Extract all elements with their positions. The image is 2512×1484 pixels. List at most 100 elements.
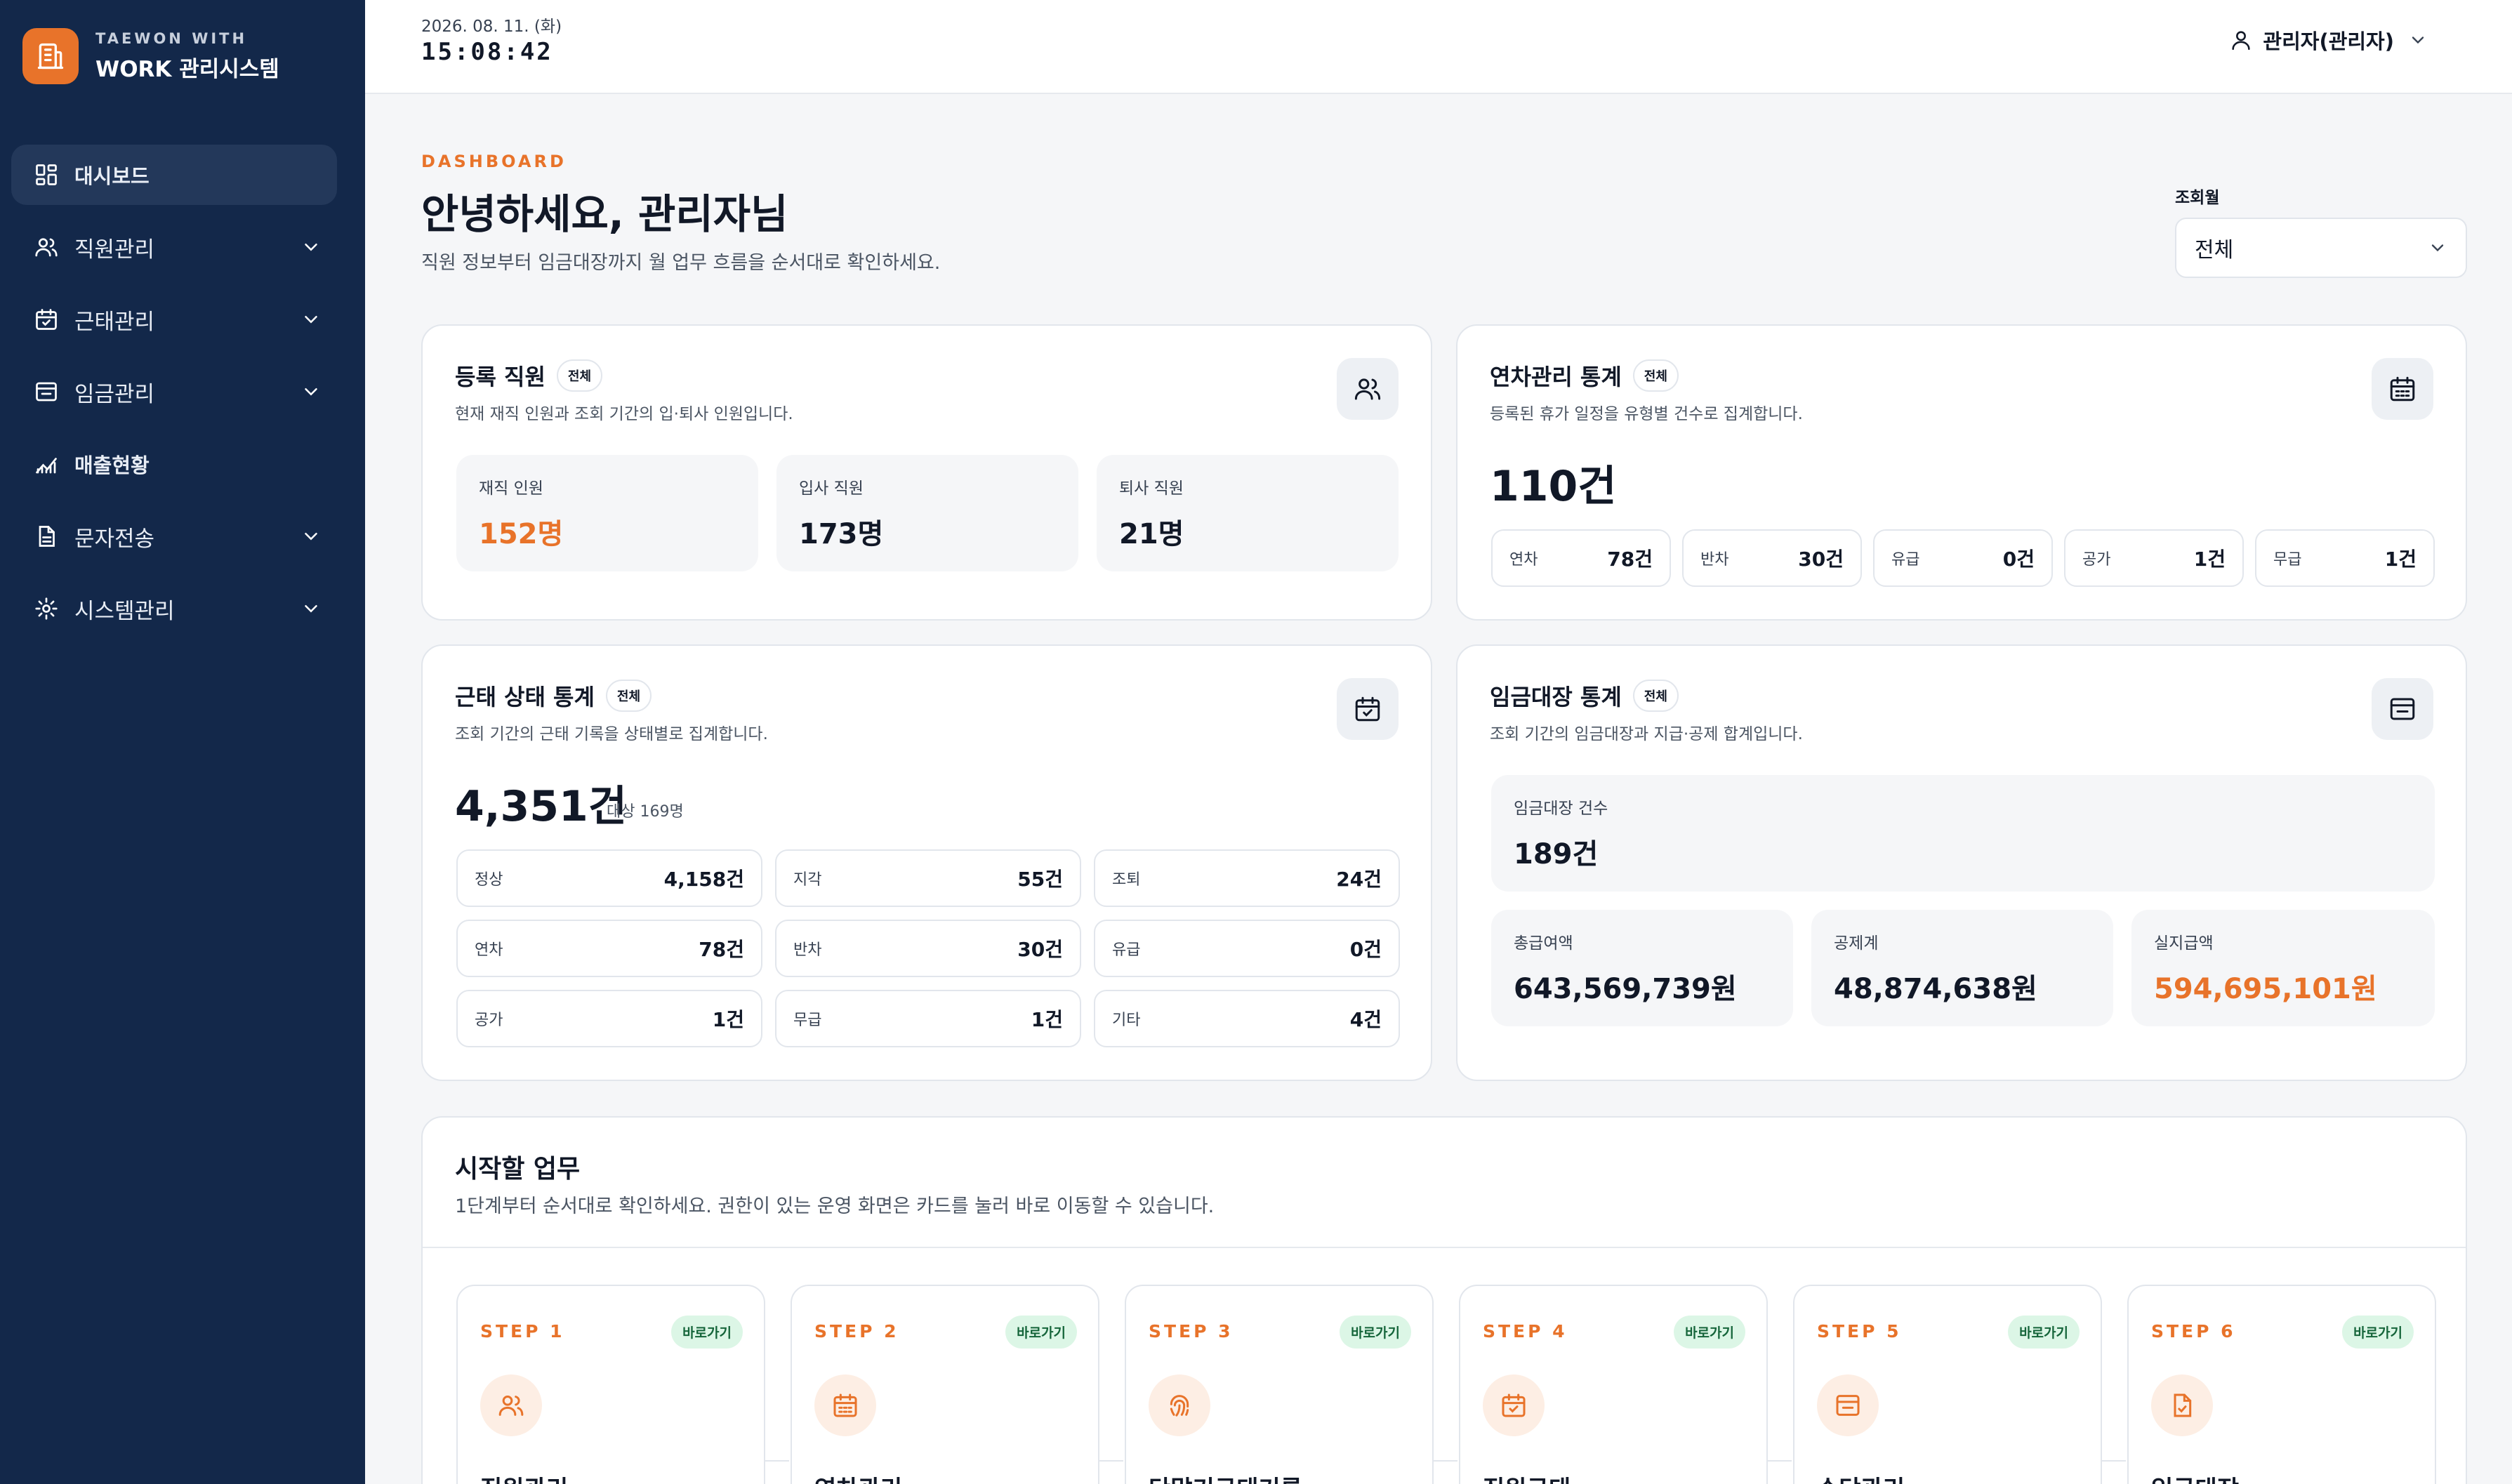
attendance-chip: 무급 1건 <box>775 990 1081 1047</box>
card-icon-button[interactable] <box>1337 358 1399 420</box>
step-card-leave[interactable]: STEP 2 바로가기 연차관리 <box>791 1285 1099 1484</box>
stat-net-pay: 실지급액 594,695,101원 <box>2131 910 2435 1026</box>
chip-value: 30건 <box>1798 548 1844 571</box>
document-icon <box>34 524 59 549</box>
step-connector <box>764 1460 789 1462</box>
chevron-down-icon <box>300 598 322 619</box>
calendar-check-icon <box>1500 1391 1528 1419</box>
chip-label: 지각 <box>793 871 822 889</box>
page-description: 직원 정보부터 임금대장까지 월 업무 흐름을 순서대로 확인하세요. <box>421 252 941 274</box>
chevron-down-icon <box>2428 238 2447 258</box>
current-time: 15:08:42 <box>421 38 553 66</box>
step-card-employees[interactable]: STEP 1 바로가기 직원관리 <box>456 1285 765 1484</box>
chevron-down-icon <box>300 309 322 330</box>
attendance-chip: 지각 55건 <box>775 849 1081 907</box>
card-icon-button[interactable] <box>2372 678 2433 740</box>
sidebar-item-dashboard[interactable]: 대시보드 <box>11 145 337 205</box>
card-title: 등록 직원 <box>455 364 546 390</box>
chip-label: 반차 <box>793 941 822 959</box>
topbar: 2026. 08. 11. (화) 15:08:42 관리자(관리자) <box>365 0 2512 94</box>
leave-chip: 공가 1건 <box>2064 529 2244 587</box>
sidebar-item-wages[interactable]: 임금관리 <box>11 362 337 422</box>
sidebar-item-system[interactable]: 시스템관리 <box>11 578 337 639</box>
shortcut-badge: 바로가기 <box>671 1316 743 1349</box>
step-card-payroll[interactable]: STEP 6 바로가기 임금대장 <box>2127 1285 2436 1484</box>
scope-badge: 전체 <box>605 680 652 712</box>
step-card-allowance[interactable]: STEP 5 바로가기 수당관리 <box>1793 1285 2102 1484</box>
fingerprint-icon <box>1165 1391 1194 1419</box>
attendance-target: 대상 169명 <box>607 803 684 821</box>
card-icon-button[interactable] <box>2372 358 2433 420</box>
leave-chip: 연차 78건 <box>1491 529 1671 587</box>
attendance-total: 4,351건 <box>455 782 627 831</box>
dashboard-icon <box>34 162 59 187</box>
shortcut-badge: 바로가기 <box>1340 1316 1411 1349</box>
step-icon-wrap <box>1817 1374 1879 1436</box>
scope-badge: 전체 <box>556 359 603 392</box>
sidebar-item-label: 근태관리 <box>74 309 155 335</box>
step-card-terminal-attendance[interactable]: STEP 3 바로가기 단말기근태기록 <box>1125 1285 1434 1484</box>
users-icon <box>34 234 59 260</box>
sidebar-item-label: 문자전송 <box>74 526 155 552</box>
step-number: STEP 6 <box>2151 1321 2236 1341</box>
step-name: 직원관리 <box>480 1470 568 1484</box>
stat-label: 재직 인원 <box>479 479 543 498</box>
stat-value: 152명 <box>479 518 564 550</box>
stat-active-employees: 재직 인원 152명 <box>456 455 758 571</box>
chip-value: 24건 <box>1336 868 1382 891</box>
sidebar-item-sms[interactable]: 문자전송 <box>11 506 337 567</box>
brand-subtitle: TAEWON WITH <box>95 29 248 47</box>
page-eyebrow: DASHBOARD <box>421 152 567 171</box>
chip-value: 0건 <box>2002 548 2035 571</box>
shortcut-badge: 바로가기 <box>1005 1316 1077 1349</box>
shortcut-badge: 바로가기 <box>1674 1316 1745 1349</box>
sidebar-item-employees[interactable]: 직원관리 <box>11 217 337 277</box>
step-card-employee-attendance[interactable]: STEP 4 바로가기 직원근태 <box>1459 1285 1768 1484</box>
file-icon <box>2168 1391 2196 1419</box>
attendance-chip: 연차 78건 <box>456 920 762 977</box>
chip-value: 4,158건 <box>663 868 744 891</box>
employees-card: 등록 직원 전체 현재 재직 인원과 조회 기간의 입·퇴사 인원입니다. 재직… <box>421 324 1432 621</box>
brand[interactable]: TAEWON WITH WORK 관리시스템 <box>22 28 279 84</box>
divider <box>423 1247 2466 1248</box>
step-icon-wrap <box>480 1374 542 1436</box>
step-icon-wrap <box>1149 1374 1210 1436</box>
sidebar-item-label: 임금관리 <box>74 381 155 407</box>
stat-label: 퇴사 직원 <box>1119 479 1184 498</box>
chip-label: 조퇴 <box>1112 871 1141 889</box>
gear-icon <box>34 596 59 621</box>
user-menu[interactable]: 관리자(관리자) <box>2229 25 2428 55</box>
page-title: 안녕하세요, 관리자님 <box>421 190 788 238</box>
leave-total: 110건 <box>1490 462 1617 511</box>
stat-deductions: 공제계 48,874,638원 <box>1811 910 2113 1026</box>
step-icon-wrap <box>814 1374 876 1436</box>
card-description: 등록된 휴가 일정을 유형별 건수로 집계합니다. <box>1490 405 1803 423</box>
chip-value: 1건 <box>2193 548 2226 571</box>
building-icon <box>22 28 79 84</box>
chevron-down-icon <box>300 526 322 547</box>
card-icon-button[interactable] <box>1337 678 1399 740</box>
step-name: 수당관리 <box>1817 1470 1905 1484</box>
step-number: STEP 1 <box>480 1321 565 1341</box>
stat-label: 실지급액 <box>2154 934 2214 953</box>
sidebar-item-attendance[interactable]: 근태관리 <box>11 289 337 350</box>
stat-value: 189건 <box>1514 838 1599 870</box>
step-number: STEP 4 <box>1483 1321 1568 1341</box>
step-name: 연차관리 <box>814 1470 902 1484</box>
period-select-value: 전체 <box>2195 238 2234 263</box>
chip-value: 4건 <box>1349 1008 1382 1031</box>
chip-label: 반차 <box>1700 551 1729 569</box>
period-select[interactable]: 전체 <box>2175 218 2467 278</box>
chevron-down-icon <box>2408 30 2428 50</box>
scope-badge: 전체 <box>1632 680 1679 712</box>
step-name: 직원근태 <box>1483 1470 1571 1484</box>
leave-card: 연차관리 통계 전체 등록된 휴가 일정을 유형별 건수로 집계합니다. 110… <box>1456 324 2467 621</box>
chip-value: 1건 <box>2384 548 2417 571</box>
period-label: 조회월 <box>2175 189 2220 207</box>
chevron-down-icon <box>300 381 322 402</box>
leave-chip: 반차 30건 <box>1682 529 1862 587</box>
sidebar-item-sales[interactable]: 매출현황 <box>11 434 337 494</box>
shortcut-badge: 바로가기 <box>2008 1316 2080 1349</box>
step-number: STEP 2 <box>814 1321 899 1341</box>
sidebar-item-label: 시스템관리 <box>74 598 175 624</box>
